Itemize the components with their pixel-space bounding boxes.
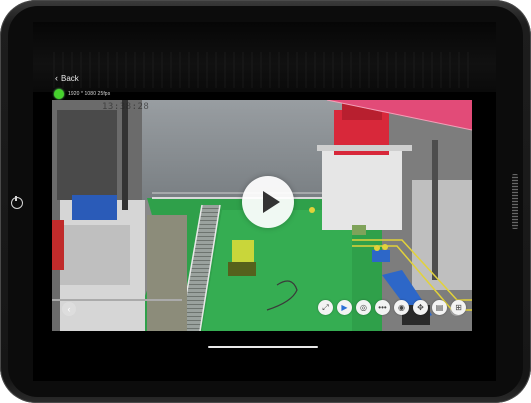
- back-label: Back: [61, 74, 79, 83]
- message-icon[interactable]: ▤: [432, 300, 447, 315]
- top-bar: [33, 22, 496, 92]
- chevron-left-icon: ‹: [55, 73, 58, 83]
- home-indicator[interactable]: [208, 346, 318, 348]
- screen: ‹ Back 1920 * 1080 25fps 13:38:28 ‹ ⤢ ▶ …: [33, 22, 496, 381]
- online-status-icon: [54, 89, 64, 99]
- prev-camera-arrow-icon[interactable]: ‹: [62, 302, 76, 316]
- video-player[interactable]: 13:38:28 ‹ › ⤢ ▶ ◎ ••• ◉ ✥ ▤ ⊞: [52, 100, 472, 331]
- grid-icon[interactable]: ⊞: [451, 300, 466, 315]
- stream-resolution: 1920 * 1080 25fps: [68, 91, 111, 97]
- back-button[interactable]: ‹ Back: [55, 73, 79, 84]
- speaker-grille: [512, 174, 518, 229]
- fullscreen-icon[interactable]: ⤢: [318, 300, 333, 315]
- stream-info: 1920 * 1080 25fps: [54, 89, 110, 99]
- tablet-frame: ‹ Back 1920 * 1080 25fps 13:38:28 ‹ ⤢ ▶ …: [0, 0, 531, 403]
- camera-icon[interactable]: ◉: [394, 300, 409, 315]
- player-toolbar: ⤢ ▶ ◎ ••• ◉ ✥ ▤ ⊞: [318, 300, 466, 315]
- more-icon[interactable]: •••: [375, 300, 390, 315]
- home-button-icon[interactable]: [11, 196, 23, 209]
- play-icon[interactable]: ▶: [337, 300, 352, 315]
- play-button[interactable]: [242, 176, 294, 228]
- record-icon[interactable]: ◎: [356, 300, 371, 315]
- ptz-icon[interactable]: ✥: [413, 300, 428, 315]
- video-timestamp: 13:38:28: [102, 102, 150, 112]
